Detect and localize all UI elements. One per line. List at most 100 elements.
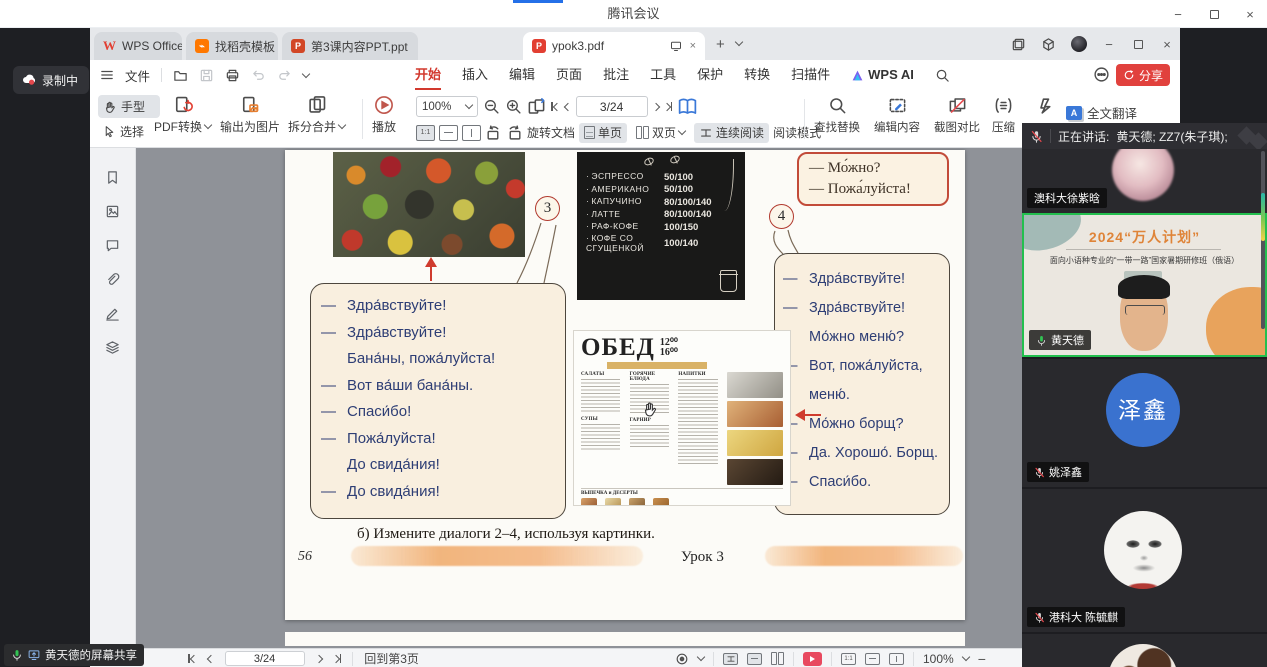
swap-pages-icon[interactable] [527,97,546,116]
hand-tool-button[interactable]: 手型 [98,95,160,118]
undo-icon[interactable] [251,68,266,83]
play-slideshow-button[interactable]: 播放 [372,95,396,135]
play-button[interactable] [803,652,822,666]
rotate-right-icon[interactable] [506,124,523,141]
double-page-button[interactable]: 双页 [631,123,690,143]
split-merge-button[interactable]: 拆分合并 [288,95,345,135]
redo-icon[interactable] [277,68,292,83]
recording-button[interactable]: 录制中 [13,66,89,94]
next-page-button[interactable] [651,102,659,110]
screen-share-indicator[interactable]: 黄天德的屏幕共享 [4,644,144,666]
zoom-in-icon[interactable] [505,98,522,115]
pdf-page[interactable]: ЭСПРЕССО 50/100 АМЕРИКАНО 50/100 КАПУЧИН… [285,150,965,620]
share-button[interactable]: 分享 [1116,64,1170,86]
feedback-icon[interactable] [1093,66,1110,83]
bookmark-icon[interactable] [105,170,120,185]
mic-muted-icon[interactable] [1030,130,1043,143]
zoom-select[interactable]: 100% [416,96,478,117]
menu-comment[interactable]: 批注 [603,60,629,90]
hamburger-menu-icon[interactable] [100,68,114,82]
present-on-screen-icon[interactable] [670,40,682,52]
read-book-icon[interactable] [677,96,698,117]
statusbar-page-input[interactable] [225,651,305,666]
tab-ppt-document[interactable]: P 第3课内容PPT.ppt [282,32,418,60]
single-page-button[interactable]: 单页 [579,123,627,143]
save-icon[interactable] [199,68,214,83]
page-number-input[interactable] [576,96,648,117]
thumbnails-icon[interactable] [105,204,120,219]
zoom-out-icon[interactable] [483,98,500,115]
tab-wps-office[interactable]: W WPS Office [94,32,182,60]
open-folder-icon[interactable] [173,68,188,83]
continuous-read-button[interactable]: 连续阅读 [694,123,769,143]
account-avatar[interactable] [1071,36,1087,52]
file-menu[interactable]: 文件 [125,66,150,85]
search-icon[interactable] [935,68,950,83]
assistant-tool-button[interactable] [1036,96,1056,116]
export-image-button[interactable]: 输出为图片 [220,95,280,135]
participant-tile[interactable]: 澳科大徐紫晗 [1022,149,1267,213]
sidebar-scrollbar[interactable] [1261,151,1265,329]
view-eye-icon[interactable] [675,652,689,666]
previous-page-button[interactable] [563,102,571,110]
next-page-button[interactable] [314,654,322,662]
compress-button[interactable]: 压缩 [992,96,1015,135]
tab-docer-templates[interactable]: ⌁ 找稻壳模板 [186,32,278,60]
menu-insert[interactable]: 插入 [462,60,488,90]
first-page-button[interactable] [188,654,197,663]
continuous-view-button[interactable] [723,653,738,665]
first-page-button[interactable] [551,102,560,111]
layers-icon[interactable] [105,340,120,355]
restore-icon[interactable] [1207,7,1221,21]
participant-tile-active-speaker[interactable]: 2024“万人计划” 面向小语种专业的“一带一路”国家暑期研修班（俄语） 黄天德 [1022,213,1267,357]
participant-tile[interactable]: 港科大 陈毓麒 [1022,487,1267,632]
menu-edit[interactable]: 编辑 [509,60,535,90]
pen-annotate-icon[interactable] [105,306,120,321]
wps-close-icon[interactable]: × [1160,37,1174,51]
back-to-page-button[interactable]: 回到第3页 [364,650,419,667]
pdf-convert-button[interactable]: PDF转换 [154,95,211,135]
new-tab-button[interactable]: + [716,36,725,53]
select-tool-button[interactable]: 选择 [98,120,160,143]
close-tab-icon[interactable]: × [690,40,696,52]
menu-tools[interactable]: 工具 [650,60,676,90]
minimize-icon[interactable]: − [1171,7,1185,21]
participant-tile[interactable]: 泽鑫 姚泽鑫 [1022,357,1267,487]
print-icon[interactable] [225,68,240,83]
history-chevron-icon[interactable] [302,69,310,77]
actual-size-button[interactable]: 1:1 [841,653,856,665]
rotate-doc-label[interactable]: 旋转文档 [527,124,575,141]
edit-content-button[interactable]: 编辑内容 [874,96,920,135]
zoom-chevron-icon[interactable] [961,653,969,661]
close-icon[interactable]: × [1243,7,1257,21]
menu-scan[interactable]: 扫描件 [791,60,830,90]
rotate-left-icon[interactable] [485,124,502,141]
tab-list-chevron-icon[interactable] [735,38,743,46]
fit-page-button[interactable] [889,653,904,665]
view-options-chevron-icon[interactable] [697,653,705,661]
tab-pdf-document-active[interactable]: P ypok3.pdf × [523,32,705,60]
menu-protect[interactable]: 保护 [697,60,723,90]
menu-convert[interactable]: 转换 [744,60,770,90]
fit-width-button[interactable] [865,653,880,665]
fit-width-button[interactable] [439,125,458,141]
screenshot-compare-button[interactable]: 截图对比 [934,96,980,135]
zoom-out-minus[interactable]: − [978,651,986,667]
wps-minimize-icon[interactable]: − [1102,37,1116,51]
comments-icon[interactable] [105,238,120,253]
menu-home[interactable]: 开始 [415,60,441,90]
split-view-icon[interactable] [1011,37,1026,52]
statusbar-zoom-value[interactable]: 100% [923,652,954,666]
participant-tile-partial[interactable] [1022,632,1267,667]
double-page-view-button[interactable] [771,652,784,665]
workspace-box-icon[interactable] [1041,37,1056,52]
actual-size-button[interactable]: 1:1 [416,125,435,141]
single-page-view-button[interactable] [747,653,762,665]
wps-restore-icon[interactable] [1131,37,1145,51]
menu-page[interactable]: 页面 [556,60,582,90]
previous-page-button[interactable] [206,654,214,662]
fit-page-button[interactable] [462,125,481,141]
full-text-translate-button[interactable]: A 全文翻译 [1066,103,1137,122]
last-page-button[interactable] [664,102,673,111]
last-page-button[interactable] [333,654,342,663]
